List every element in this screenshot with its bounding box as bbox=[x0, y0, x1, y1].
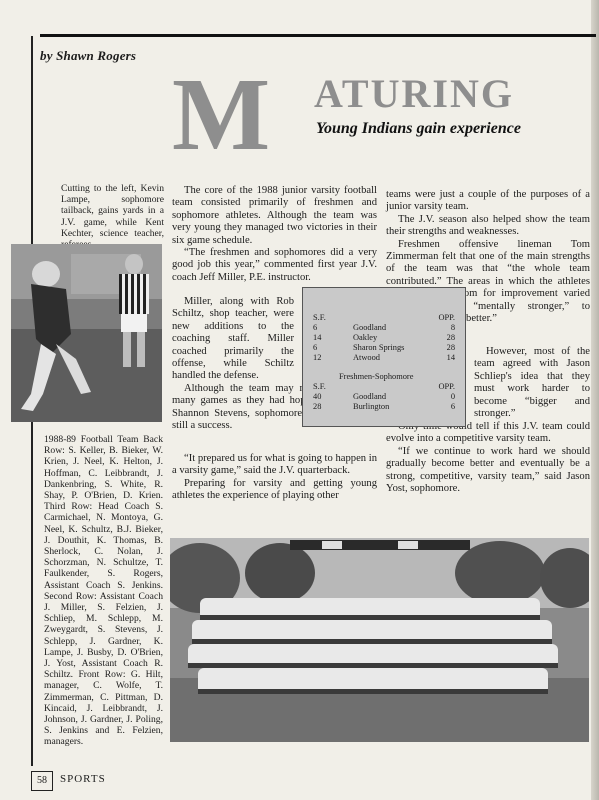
page-binding-edge bbox=[591, 0, 599, 800]
score-row: 6 Goodland 8 bbox=[313, 323, 455, 333]
score-sf: 6 bbox=[313, 323, 318, 332]
section-label: SPORTS bbox=[60, 773, 106, 785]
article-column-2-narrow: However, most of the team agreed with Ja… bbox=[474, 346, 590, 420]
score-opp: 28 bbox=[446, 333, 455, 342]
col1-paragraph: Miller, along with Rob Schiltz, shop tea… bbox=[172, 296, 294, 382]
score-row: 40 Goodland 0 bbox=[313, 392, 455, 402]
score-team: Oakley bbox=[353, 333, 378, 342]
photo-caption-team: 1988-89 Football Team Back Row: S. Kelle… bbox=[44, 434, 163, 748]
headline-subtitle: Young Indians gain experience bbox=[316, 120, 521, 137]
col1-paragraph: “The freshmen and sophomores did a very … bbox=[172, 247, 377, 283]
col1-paragraph: Preparing for varsity and getting young … bbox=[172, 477, 377, 502]
sf-header: S.F. bbox=[313, 382, 326, 391]
col1-paragraph: The core of the 1988 junior varsity foot… bbox=[172, 185, 377, 246]
score-sf: 14 bbox=[313, 333, 322, 342]
photo-caption-action: Cutting to the left, Kevin Lampe, sophom… bbox=[61, 183, 164, 250]
headline-initial: M bbox=[172, 57, 271, 172]
score-opp: 14 bbox=[446, 353, 455, 362]
article-column-1: The core of the 1988 junior varsity foot… bbox=[172, 185, 377, 284]
score-header: S.F. OPP. bbox=[313, 382, 455, 392]
col2-paragraph: teams were just a couple of the purposes… bbox=[386, 189, 590, 213]
col2-paragraph: However, most of the team agreed with Ja… bbox=[474, 346, 590, 420]
article-column-1-narrow: Miller, along with Rob Schiltz, shop tea… bbox=[172, 296, 378, 432]
byline: by Shawn Rogers bbox=[40, 48, 137, 63]
score-team: Goodland bbox=[353, 392, 387, 401]
action-photo bbox=[11, 244, 162, 422]
score-header: S.F. OPP. bbox=[313, 313, 455, 323]
score-sf: 28 bbox=[313, 402, 322, 411]
article-column-1-lower: “It prepared us for what is going to hap… bbox=[172, 453, 377, 503]
team-photo bbox=[170, 538, 589, 742]
top-rule bbox=[40, 34, 596, 37]
score-row: 12 Atwood 14 bbox=[313, 353, 455, 363]
score-opp: 8 bbox=[450, 323, 455, 332]
score-row: 14 Oakley 28 bbox=[313, 333, 455, 343]
fs-scores: S.F. OPP. 40 Goodland 0 28 Burlington 6 bbox=[313, 382, 455, 412]
score-opp: 28 bbox=[446, 343, 455, 352]
score-row: 6 Sharon Springs 28 bbox=[313, 343, 455, 353]
score-opp: 6 bbox=[450, 402, 455, 411]
score-team: Sharon Springs bbox=[353, 343, 405, 352]
opp-header: OPP. bbox=[438, 313, 455, 322]
score-sf: 6 bbox=[313, 343, 318, 352]
jv-scores: S.F. OPP. 6 Goodland 8 14 Oakley 28 6 Sh… bbox=[313, 313, 455, 363]
page-number: 58 bbox=[31, 771, 53, 791]
col2-paragraph: The J.V. season also helped show the tea… bbox=[386, 213, 590, 238]
headline-rest: ATURING bbox=[314, 71, 514, 116]
sf-header: S.F. bbox=[313, 313, 326, 322]
score-team: Atwood bbox=[353, 353, 380, 362]
article-column-2-lower: Only time would tell if this J.V. team c… bbox=[386, 421, 590, 495]
col1-paragraph: “It prepared us for what is going to hap… bbox=[172, 453, 377, 477]
score-team: Goodland bbox=[353, 323, 387, 332]
score-team: Burlington bbox=[353, 402, 390, 411]
score-sf: 12 bbox=[313, 353, 322, 362]
opp-header: OPP. bbox=[438, 382, 455, 391]
score-opp: 0 bbox=[450, 392, 455, 401]
score-row: 28 Burlington 6 bbox=[313, 402, 455, 412]
col2-paragraph: “If we continue to work hard we should g… bbox=[386, 445, 590, 495]
score-sf: 40 bbox=[313, 392, 322, 401]
scoreboard: S.F. OPP. 6 Goodland 8 14 Oakley 28 6 Sh… bbox=[302, 287, 466, 427]
fs-title: Freshmen-Sophomore bbox=[339, 372, 414, 381]
